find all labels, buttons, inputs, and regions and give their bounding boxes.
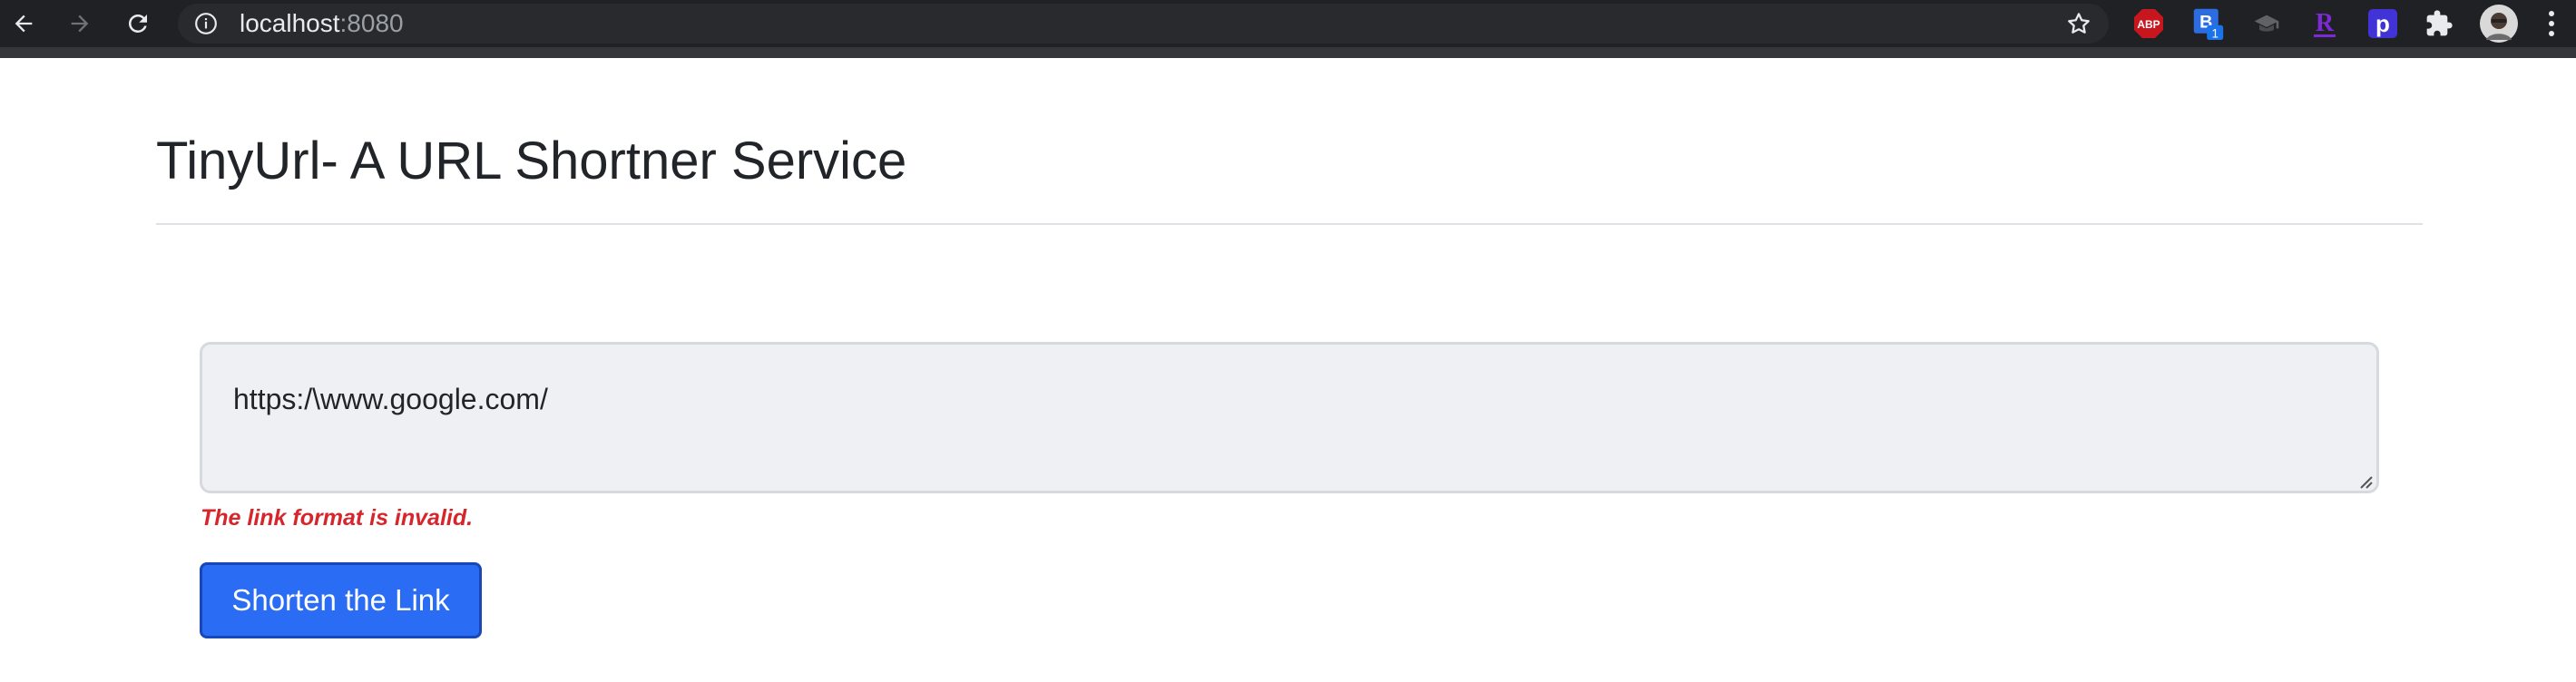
r-extension-icon[interactable]: R [2308, 7, 2341, 40]
back-button[interactable] [5, 5, 42, 42]
profile-avatar[interactable] [2479, 4, 2519, 44]
browser-menu-button[interactable] [2541, 7, 2562, 40]
browser-toolbar: localhost:8080 ABP B 1 R p [0, 0, 2576, 47]
resize-handle-icon[interactable] [2356, 472, 2374, 490]
avatar-icon [2480, 5, 2518, 43]
forward-arrow-icon [71, 15, 89, 33]
page-title: TinyUrl- A URL Shortner Service [156, 132, 907, 190]
graduation-cap-shape [2254, 15, 2279, 32]
info-icon[interactable] [194, 12, 218, 35]
forward-button[interactable] [62, 5, 98, 42]
puzzle-shape [2426, 10, 2453, 36]
address-bar[interactable]: localhost:8080 [178, 4, 2109, 44]
reload-icon [128, 14, 147, 33]
url-port: :8080 [339, 9, 404, 37]
adblock-plus-shape: ABP [2134, 9, 2163, 38]
bitwarden-badge: 1 [2211, 26, 2218, 40]
adblock-plus-icon[interactable]: ABP [2132, 7, 2165, 40]
address-text: localhost:8080 [240, 4, 404, 44]
p-extension-icon[interactable]: p [2366, 7, 2399, 40]
back-arrow-icon [15, 15, 33, 33]
p-extension-label: p [2375, 10, 2390, 37]
validation-error: The link format is invalid. [201, 505, 474, 531]
title-divider [156, 223, 2423, 225]
r-extension-shape: R [2314, 9, 2336, 37]
bookmark-star-icon[interactable] [2065, 10, 2092, 37]
bitwarden-shape: B 1 [2193, 8, 2224, 40]
p-extension-shape: p [2368, 9, 2397, 38]
link-input[interactable]: https:/\www.google.com/ [200, 342, 2379, 493]
toolbar-divider [0, 47, 2576, 58]
reload-button[interactable] [120, 5, 156, 42]
url-host: localhost [240, 9, 340, 37]
puzzle-icon[interactable] [2423, 7, 2455, 40]
r-extension-label: R [2316, 9, 2335, 37]
abp-label: ABP [2137, 18, 2160, 31]
bitwarden-icon[interactable]: B 1 [2192, 7, 2225, 40]
shorten-link-button[interactable]: Shorten the Link [200, 562, 482, 638]
kebab-menu-icon [2549, 11, 2554, 36]
graduation-cap-icon[interactable] [2250, 7, 2283, 40]
